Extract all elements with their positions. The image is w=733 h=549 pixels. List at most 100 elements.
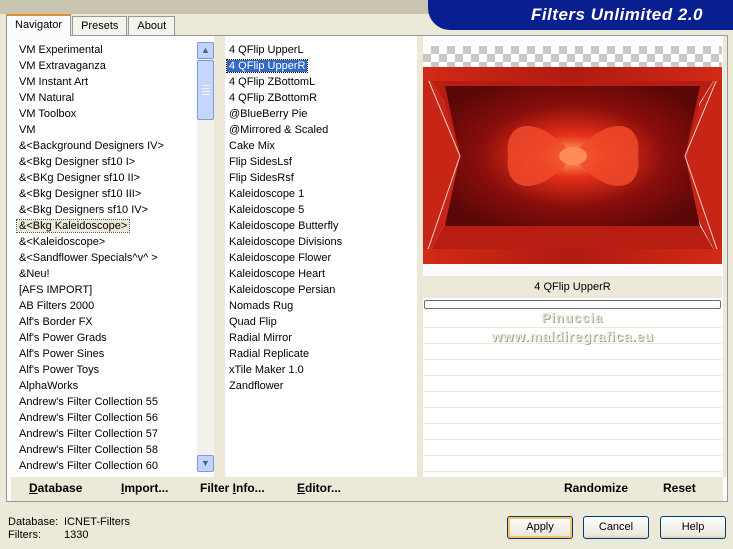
category-item[interactable]: &<Background Designers IV> [15, 138, 195, 154]
category-item[interactable]: Andrew's Filter Collection 56 [15, 410, 195, 426]
category-item[interactable]: &<BKg Designer sf10 II> [15, 170, 195, 186]
action-bar: Database Import... Filter Info... Editor… [11, 477, 723, 501]
filter-item[interactable]: Kaleidoscope Flower [225, 250, 417, 266]
filter-item[interactable]: 4 QFlip ZBottomL [225, 74, 417, 90]
category-item[interactable]: Andrew's Filter Collection 60 [15, 458, 195, 473]
filter-item[interactable]: Flip SidesRsf [225, 170, 417, 186]
category-item-label: &<Bkg Kaleidoscope> [15, 219, 131, 233]
filter-item[interactable]: Kaleidoscope Divisions [225, 234, 417, 250]
category-item[interactable]: &<Kaleidoscope> [15, 234, 195, 250]
watermark-url: www.maldiregrafica.eu [491, 328, 654, 344]
filter-item[interactable]: 4 QFlip UpperR [225, 58, 417, 74]
category-item[interactable]: &<Bkg Kaleidoscope> [15, 218, 195, 234]
tab-presets[interactable]: Presets [72, 16, 128, 36]
category-item[interactable]: VM Instant Art [15, 74, 195, 90]
category-item[interactable]: VM [15, 122, 195, 138]
filter-item[interactable]: @Mirrored & Scaled [225, 122, 417, 138]
import-button[interactable]: Import... [121, 481, 168, 495]
category-item-label: &<Bkg Designer sf10 III> [19, 188, 142, 200]
category-item[interactable]: Andrew's Filter Collection 57 [15, 426, 195, 442]
category-item[interactable]: Alf's Border FX [15, 314, 195, 330]
reset-button[interactable]: Reset [663, 481, 696, 495]
filter-item[interactable]: Kaleidoscope 1 [225, 186, 417, 202]
filter-item[interactable]: Flip SidesLsf [225, 154, 417, 170]
filter-item[interactable]: Nomads Rug [225, 298, 417, 314]
category-item[interactable]: AlphaWorks [15, 378, 195, 394]
category-item[interactable]: VM Toolbox [15, 106, 195, 122]
category-item[interactable]: &<Sandflower Specials^v^ > [15, 250, 195, 266]
category-item-label: AB Filters 2000 [19, 300, 95, 312]
scroll-down-arrow-icon[interactable]: ▼ [197, 455, 214, 472]
filter-item[interactable]: 4 QFlip ZBottomR [225, 90, 417, 106]
tab-about[interactable]: About [128, 16, 176, 36]
watermark-name: Pinuccia [541, 310, 604, 325]
status-database-value: ICNET-Filters [64, 516, 130, 528]
filter-item[interactable]: Kaleidoscope Heart [225, 266, 417, 282]
filter-item[interactable]: @BlueBerry Pie [225, 106, 417, 122]
category-item[interactable]: Andrew's Filter Collection 55 [15, 394, 195, 410]
category-item-label: Alf's Power Sines [19, 348, 105, 360]
filter-item[interactable]: Kaleidoscope Persian [225, 282, 417, 298]
tab-bar: Navigator Presets About [6, 14, 176, 36]
apply-button[interactable]: Apply [507, 516, 573, 539]
editor-button[interactable]: Editor... [297, 481, 341, 495]
filter-item-label: xTile Maker 1.0 [229, 364, 304, 376]
help-button[interactable]: Help [660, 516, 726, 539]
category-item[interactable]: [AFS IMPORT] [15, 282, 195, 298]
filter-item-label: Radial Replicate [229, 348, 310, 360]
progress-bar [424, 300, 721, 309]
status-database: Database: ICNET-Filters [8, 516, 130, 528]
category-item-label: &<Bkg Designer sf10 I> [19, 156, 136, 168]
category-item[interactable]: VM Extravaganza [15, 58, 195, 74]
filter-item-label: @Mirrored & Scaled [229, 124, 329, 136]
category-item-label: Alf's Power Grads [19, 332, 107, 344]
category-item-label: VM Instant Art [19, 76, 89, 88]
category-item[interactable]: Alf's Power Grads [15, 330, 195, 346]
filter-item-label: Flip SidesLsf [229, 156, 292, 168]
category-item-label: Andrew's Filter Collection 60 [19, 460, 159, 472]
filter-item[interactable]: Radial Replicate [225, 346, 417, 362]
category-item-label: Alf's Power Toys [19, 364, 100, 376]
filter-item-label: Cake Mix [229, 140, 275, 152]
status-database-label: Database: [8, 516, 59, 528]
category-item-label: VM Toolbox [19, 108, 77, 120]
category-item[interactable]: Andrew's Filter Collection 58 [15, 442, 195, 458]
randomize-button[interactable]: Randomize [564, 481, 628, 495]
filter-item-label: Kaleidoscope 1 [229, 188, 305, 200]
cancel-button[interactable]: Cancel [583, 516, 649, 539]
selected-filter-name: 4 QFlip UpperR [423, 276, 722, 298]
scroll-up-arrow-icon[interactable]: ▲ [197, 42, 214, 59]
filter-item-label: @BlueBerry Pie [229, 108, 308, 120]
category-item[interactable]: VM Experimental [15, 42, 195, 58]
category-item[interactable]: AB Filters 2000 [15, 298, 195, 314]
filter-item[interactable]: Cake Mix [225, 138, 417, 154]
filter-item[interactable]: Zandflower [225, 378, 417, 394]
category-list[interactable]: VM Experimental VM Extravaganza VM Instant… [15, 41, 195, 473]
status-filters-label: Filters: [8, 529, 41, 541]
category-item[interactable]: Alf's Power Sines [15, 346, 195, 362]
scroll-thumb[interactable] [197, 60, 214, 120]
filter-item[interactable]: Quad Flip [225, 314, 417, 330]
filter-item-label: Nomads Rug [229, 300, 294, 312]
filter-item[interactable]: 4 QFlip UpperL [225, 42, 417, 58]
status-filters-value: 1330 [64, 529, 89, 541]
filter-item-label: 4 QFlip UpperL [229, 44, 304, 56]
filter-item[interactable]: xTile Maker 1.0 [225, 362, 417, 378]
filter-item[interactable]: Kaleidoscope Butterfly [225, 218, 417, 234]
category-item[interactable]: VM Natural [15, 90, 195, 106]
category-item-label: Andrew's Filter Collection 56 [19, 412, 159, 424]
filter-info-button[interactable]: Filter Info... [200, 481, 265, 495]
filter-item[interactable]: Radial Mirror [225, 330, 417, 346]
category-item[interactable]: &Neu! [15, 266, 195, 282]
category-item-label: &<BKg Designer sf10 II> [19, 172, 141, 184]
category-item[interactable]: &<Bkg Designer sf10 III> [15, 186, 195, 202]
database-button[interactable]: Database [29, 481, 82, 495]
filter-item-label: Kaleidoscope Butterfly [229, 220, 339, 232]
filter-item[interactable]: Kaleidoscope 5 [225, 202, 417, 218]
tab-navigator[interactable]: Navigator [6, 14, 72, 36]
category-scrollbar[interactable]: ▲ ▼ [197, 42, 214, 472]
category-item[interactable]: &<Bkg Designer sf10 I> [15, 154, 195, 170]
category-item[interactable]: Alf's Power Toys [15, 362, 195, 378]
filter-list[interactable]: 4 QFlip UpperL 4 QFlip UpperR 4 QFlip ZBot… [225, 41, 417, 473]
category-item[interactable]: &<Bkg Designers sf10 IV> [15, 202, 195, 218]
